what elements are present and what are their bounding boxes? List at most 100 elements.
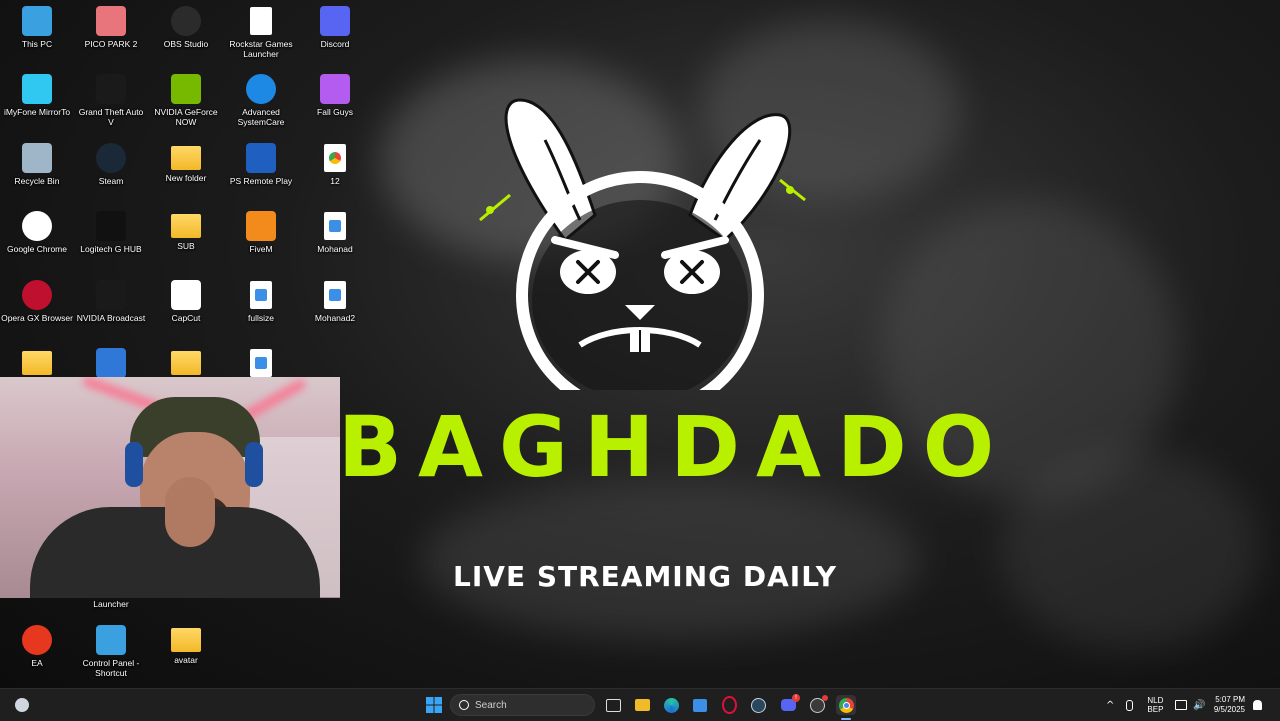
opera-gx-button[interactable] (719, 695, 739, 715)
desktop-icon-label: Mohanad2 (314, 313, 356, 323)
desktop-icon-12[interactable]: 12 (299, 143, 371, 186)
desktop-icon-label: Launcher (93, 599, 129, 609)
rocket-league-icon (96, 348, 126, 378)
clock-date: 9/5/2025 (1213, 705, 1245, 714)
desktop-icon-mohanad[interactable]: Mohanad (299, 211, 371, 254)
volume-icon[interactable]: 🔊 (1193, 700, 1205, 711)
desktop-icon-opera-gx-browser[interactable]: Opera GX Browser (1, 280, 73, 323)
desktop-icon-nvidia-broadcast[interactable]: NVIDIA Broadcast (75, 280, 147, 323)
file-icon (246, 6, 276, 36)
desktop-icon-imyfone-mirrorto[interactable]: iMyFone MirrorTo (1, 74, 73, 117)
desktop-icon-pico-park-2[interactable]: PICO PARK 2 (75, 6, 147, 49)
desktop-icon-label: Logitech G HUB (80, 244, 142, 254)
folder-icon (634, 699, 650, 711)
desktop-icon-recycle-bin[interactable]: Recycle Bin (1, 143, 73, 186)
desktop-icon-fullsize[interactable]: fullsize (225, 280, 297, 323)
chrome-button[interactable] (836, 695, 856, 720)
desktop-icon-obs-studio[interactable]: OBS Studio (150, 6, 222, 49)
discord-icon (320, 6, 350, 36)
windows-logo-icon (426, 697, 442, 713)
desktop-icon-label: OBS Studio (163, 39, 209, 49)
desktop-icon-label: PICO PARK 2 (84, 39, 138, 49)
desktop-icon-google-chrome[interactable]: Google Chrome (1, 211, 73, 254)
ea-icon (22, 625, 52, 655)
desktop-icon-label: Discord (320, 39, 350, 49)
store-button[interactable] (690, 695, 710, 715)
task-view-button[interactable] (603, 695, 623, 715)
desktop-icon-ea[interactable]: EA (1, 625, 73, 668)
folder-icon (171, 628, 201, 652)
logitech-icon (96, 211, 126, 241)
desktop-icon-logitech-g-hub[interactable]: Logitech G HUB (75, 211, 147, 254)
taskbar: Search ! ^ NLD BEP 🔊 5:07 PM 9/5/2025 (0, 688, 1280, 721)
desktop-icon-label: Fall Guys (317, 107, 353, 117)
desktop-icon-mohanad2[interactable]: Mohanad2 (299, 280, 371, 323)
taskbar-search[interactable]: Search (450, 694, 595, 716)
steam-icon (750, 697, 766, 713)
desktop-icon-rockstar-games-launcher[interactable]: Rockstar Games Launcher (225, 6, 297, 59)
search-placeholder: Search (475, 699, 507, 711)
desktop-icon-sub[interactable]: SUB (150, 211, 222, 251)
webcam-overlay (0, 377, 340, 598)
desktop-icon-rocket-league-icon[interactable] (75, 348, 147, 378)
pico-park-icon (96, 6, 126, 36)
desktop-icon-capcut[interactable]: CapCut (150, 280, 222, 323)
keyboard-code: BEP (1147, 705, 1164, 714)
desktop-icon-label: CapCut (171, 313, 201, 323)
desktop-icon-label: Mohanad (317, 244, 353, 254)
image-file-icon (320, 280, 350, 310)
edge-button[interactable] (661, 695, 681, 715)
desktop-icon-this-pc[interactable]: This PC (1, 6, 73, 49)
desktop-icon-fall-guys[interactable]: Fall Guys (299, 74, 371, 117)
nvidia-icon (171, 74, 201, 104)
store-icon (693, 698, 707, 712)
chrome-file-icon (320, 143, 350, 173)
language-indicator[interactable]: NLD BEP (1147, 696, 1163, 714)
notification-bell-icon[interactable] (1253, 700, 1262, 710)
microphone-icon[interactable] (1126, 699, 1134, 711)
image-file-icon (320, 211, 350, 241)
desktop-icon-steam[interactable]: Steam (75, 143, 147, 186)
desktop-icon-image-file-icon[interactable] (225, 348, 297, 378)
obs-button[interactable] (807, 695, 828, 715)
mirrorto-icon (22, 74, 52, 104)
file-explorer-button[interactable] (632, 695, 652, 715)
desktop-icon-discord[interactable]: Discord (299, 6, 371, 49)
computer-icon (22, 6, 52, 36)
desktop-icon-label: Steam (98, 176, 124, 186)
opera-gx-icon (721, 696, 737, 714)
desktop-icon-fivem[interactable]: FiveM (225, 211, 297, 254)
desktop-icon-folder-icon[interactable] (1, 348, 73, 375)
clock[interactable]: 5:07 PM 9/5/2025 (1214, 695, 1245, 715)
desktop-icon-label: SUB (177, 241, 195, 251)
angry-rabbit-logo (479, 98, 806, 390)
desktop-icon-grand-theft-auto-v[interactable]: Grand Theft Auto V (75, 74, 147, 127)
desktop-icon-advanced-systemcare[interactable]: Advanced SystemCare (225, 74, 297, 127)
image-file-icon (246, 280, 276, 310)
obs-icon (171, 6, 201, 36)
steam-button[interactable] (748, 695, 768, 715)
desktop-icon-label: This PC (21, 39, 53, 49)
desktop-icon-folder-icon[interactable] (150, 348, 222, 375)
weather-icon (15, 698, 29, 712)
folder-icon (171, 214, 201, 238)
desktop-icon-label: Grand Theft Auto V (78, 107, 144, 127)
desktop-icon-avatar[interactable]: avatar (150, 625, 222, 665)
discord-button[interactable]: ! (778, 694, 800, 715)
capcut-icon (171, 280, 201, 310)
desktop-icon-new-folder[interactable]: New folder (150, 143, 222, 183)
folder-icon (171, 351, 201, 375)
network-icon[interactable] (1175, 700, 1188, 710)
control-panel-icon (96, 625, 126, 655)
desktop-icon-label: 12 (330, 176, 340, 186)
gta-icon (96, 74, 126, 104)
chevron-up-icon[interactable]: ^ (1106, 700, 1114, 711)
folder-icon (171, 146, 201, 170)
widgets-button[interactable] (12, 695, 32, 715)
desktop-icon-label: New folder (165, 173, 207, 183)
chrome-icon (22, 211, 52, 241)
start-button[interactable] (424, 695, 444, 715)
desktop-icon-ps-remote-play[interactable]: PS Remote Play (225, 143, 297, 186)
desktop-icon-nvidia-geforce-now[interactable]: NVIDIA GeForce NOW (150, 74, 222, 127)
desktop-icon-control-panel-shortcut[interactable]: Control Panel - Shortcut (75, 625, 147, 678)
